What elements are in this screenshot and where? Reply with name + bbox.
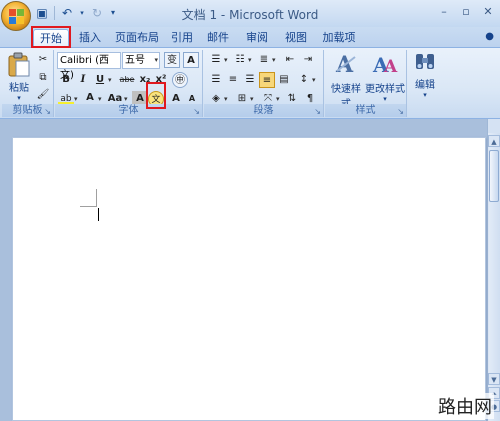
styles-launcher-icon[interactable]: ↘ — [397, 107, 404, 116]
tab-page-layout[interactable]: 页面布局 — [113, 29, 161, 47]
line-spacing-icon[interactable]: ↕ — [296, 72, 312, 88]
title-bar: ▣ ↶ ▾ ↻ ▾ 文档 1 - Microsoft Word – ▫ ✕ — [0, 0, 500, 31]
editing-dropdown-icon[interactable]: ▾ — [410, 91, 440, 99]
styles-group-label: 样式 — [325, 104, 406, 117]
vertical-scrollbar[interactable]: ▲ ▼ ⏶ ● — [487, 133, 500, 421]
paste-button[interactable]: 粘贴 ▾ — [5, 52, 33, 102]
editing-group: 编辑 ▾ — [408, 50, 442, 117]
underline-dropdown-icon[interactable]: ▾ — [108, 76, 112, 84]
change-styles-dropdown-icon[interactable]: ▾ — [365, 95, 405, 103]
clipboard-launcher-icon[interactable]: ↘ — [44, 107, 51, 116]
shading-dropdown-icon[interactable]: ▾ — [224, 95, 228, 103]
align-left-icon[interactable]: ☰ — [208, 72, 224, 88]
paragraph-group-label: 段落 — [204, 104, 323, 117]
font-group-label: 字体 — [55, 104, 202, 117]
styles-group: A 快速样式 ▾ A A 更改样式 ▾ 样式 ↘ — [325, 50, 407, 118]
ribbon: 粘贴 ▾ ✂ ⧉ 🖌 剪贴板 ↘ Calibri (西文) 五号 ▾ 变 A B… — [0, 47, 500, 119]
decrease-indent-icon[interactable]: ⇤ — [282, 52, 298, 68]
font-name-combo[interactable]: Calibri (西文) — [57, 52, 121, 81]
tab-review[interactable]: 审阅 — [243, 29, 271, 47]
minimize-icon[interactable]: – — [436, 4, 452, 20]
tab-view[interactable]: 视图 — [282, 29, 310, 47]
svg-text:A: A — [383, 57, 398, 77]
font-size-value: 五号 — [125, 55, 145, 66]
clipboard-group: 粘贴 ▾ ✂ ⧉ 🖌 剪贴板 ↘ — [2, 50, 54, 117]
numbering-dropdown-icon[interactable]: ▾ — [248, 56, 252, 64]
font-color-dropdown-icon[interactable]: ▾ — [98, 95, 102, 103]
binoculars-icon — [416, 54, 434, 69]
bullets-dropdown-icon[interactable]: ▾ — [224, 56, 228, 64]
justify-icon[interactable]: ≡ — [259, 72, 275, 88]
close-icon[interactable]: ✕ — [480, 4, 496, 20]
character-border-button[interactable]: A — [183, 52, 199, 68]
change-styles-label: 更改样式 — [365, 84, 405, 95]
line-spacing-dropdown-icon[interactable]: ▾ — [312, 76, 316, 84]
tab-insert[interactable]: 插入 — [74, 29, 106, 47]
bullets-icon[interactable]: ☰ — [208, 52, 224, 68]
ribbon-tabs: 开始 插入 页面布局 引用 邮件 审阅 视图 加载项 ● — [0, 27, 500, 47]
window-controls: – ▫ ✕ — [436, 4, 496, 20]
strikethrough-button[interactable]: abe — [117, 72, 137, 88]
italic-button[interactable]: I — [75, 72, 91, 88]
ruler-toggle-icon[interactable] — [487, 119, 500, 133]
highlight-dropdown-icon[interactable]: ▾ — [74, 95, 78, 103]
watermark-text: 路由网 — [436, 393, 494, 419]
tab-highlight-box — [31, 26, 71, 48]
tab-references[interactable]: 引用 — [168, 29, 196, 47]
change-styles-icon: A A — [372, 53, 398, 77]
phonetic-highlight-box — [146, 82, 166, 109]
restore-icon[interactable]: ▫ — [458, 4, 474, 20]
borders-dropdown-icon[interactable]: ▾ — [250, 95, 254, 103]
editing-button[interactable]: 编辑 ▾ — [410, 51, 440, 99]
document-page[interactable] — [12, 137, 486, 421]
font-group: Calibri (西文) 五号 ▾ 变 A B I U ▾ abe x₂ x² … — [55, 50, 203, 117]
multilevel-dropdown-icon[interactable]: ▾ — [272, 56, 276, 64]
text-cursor — [98, 208, 99, 221]
font-size-combo[interactable]: 五号 ▾ — [122, 52, 160, 69]
paste-label: 粘贴 — [9, 83, 29, 94]
font-launcher-icon[interactable]: ↘ — [193, 107, 200, 116]
distributed-icon[interactable]: ▤ — [276, 72, 292, 88]
multilevel-list-icon[interactable]: ≣ — [256, 52, 272, 68]
paragraph-launcher-icon[interactable]: ↘ — [314, 107, 321, 116]
paste-dropdown-icon[interactable]: ▾ — [5, 94, 33, 102]
underline-button[interactable]: U — [92, 72, 108, 88]
increase-indent-icon[interactable]: ⇥ — [300, 52, 316, 68]
office-logo-icon — [9, 9, 25, 25]
tab-addins[interactable]: 加载项 — [319, 29, 359, 47]
enclose-character-icon[interactable]: ㊥ — [172, 72, 188, 88]
bold-button[interactable]: B — [58, 72, 74, 88]
align-center-icon[interactable]: ≡ — [225, 72, 241, 88]
quick-styles-icon: A — [335, 52, 356, 78]
paragraph-group: ☰ ▾ ☷ ▾ ≣ ▾ ⇤ ⇥ ☰ ≡ ☰ ≡ ▤ ↕ ▾ ◈ ▾ ⊞ ▾ ⤧ … — [204, 50, 324, 117]
help-icon[interactable]: ● — [485, 31, 494, 42]
editing-label: 编辑 — [415, 80, 435, 91]
tab-mailings[interactable]: 邮件 — [204, 29, 232, 47]
window-title: 文档 1 - Microsoft Word — [181, 8, 319, 22]
margin-corner-mark-vertical — [96, 189, 97, 206]
margin-corner-mark-horizontal — [80, 206, 97, 207]
chinese-layout-dropdown-icon[interactable]: ▾ — [276, 95, 280, 103]
clear-format-button[interactable]: 变 — [164, 52, 180, 68]
paste-icon — [8, 52, 30, 77]
change-case-dropdown-icon[interactable]: ▾ — [124, 95, 128, 103]
font-size-dropdown-icon[interactable]: ▾ — [154, 53, 158, 68]
scroll-up-icon[interactable]: ▲ — [488, 135, 500, 147]
copy-icon[interactable]: ⧉ — [35, 70, 51, 86]
scroll-down-icon[interactable]: ▼ — [488, 373, 500, 385]
align-right-icon[interactable]: ☰ — [242, 72, 258, 88]
numbering-icon[interactable]: ☷ — [232, 52, 248, 68]
change-styles-button[interactable]: A A 更改样式 ▾ — [365, 51, 405, 103]
scroll-thumb[interactable] — [489, 150, 499, 202]
format-painter-icon[interactable]: 🖌 — [35, 87, 51, 103]
cut-icon[interactable]: ✂ — [35, 52, 51, 68]
office-button[interactable] — [1, 1, 31, 31]
